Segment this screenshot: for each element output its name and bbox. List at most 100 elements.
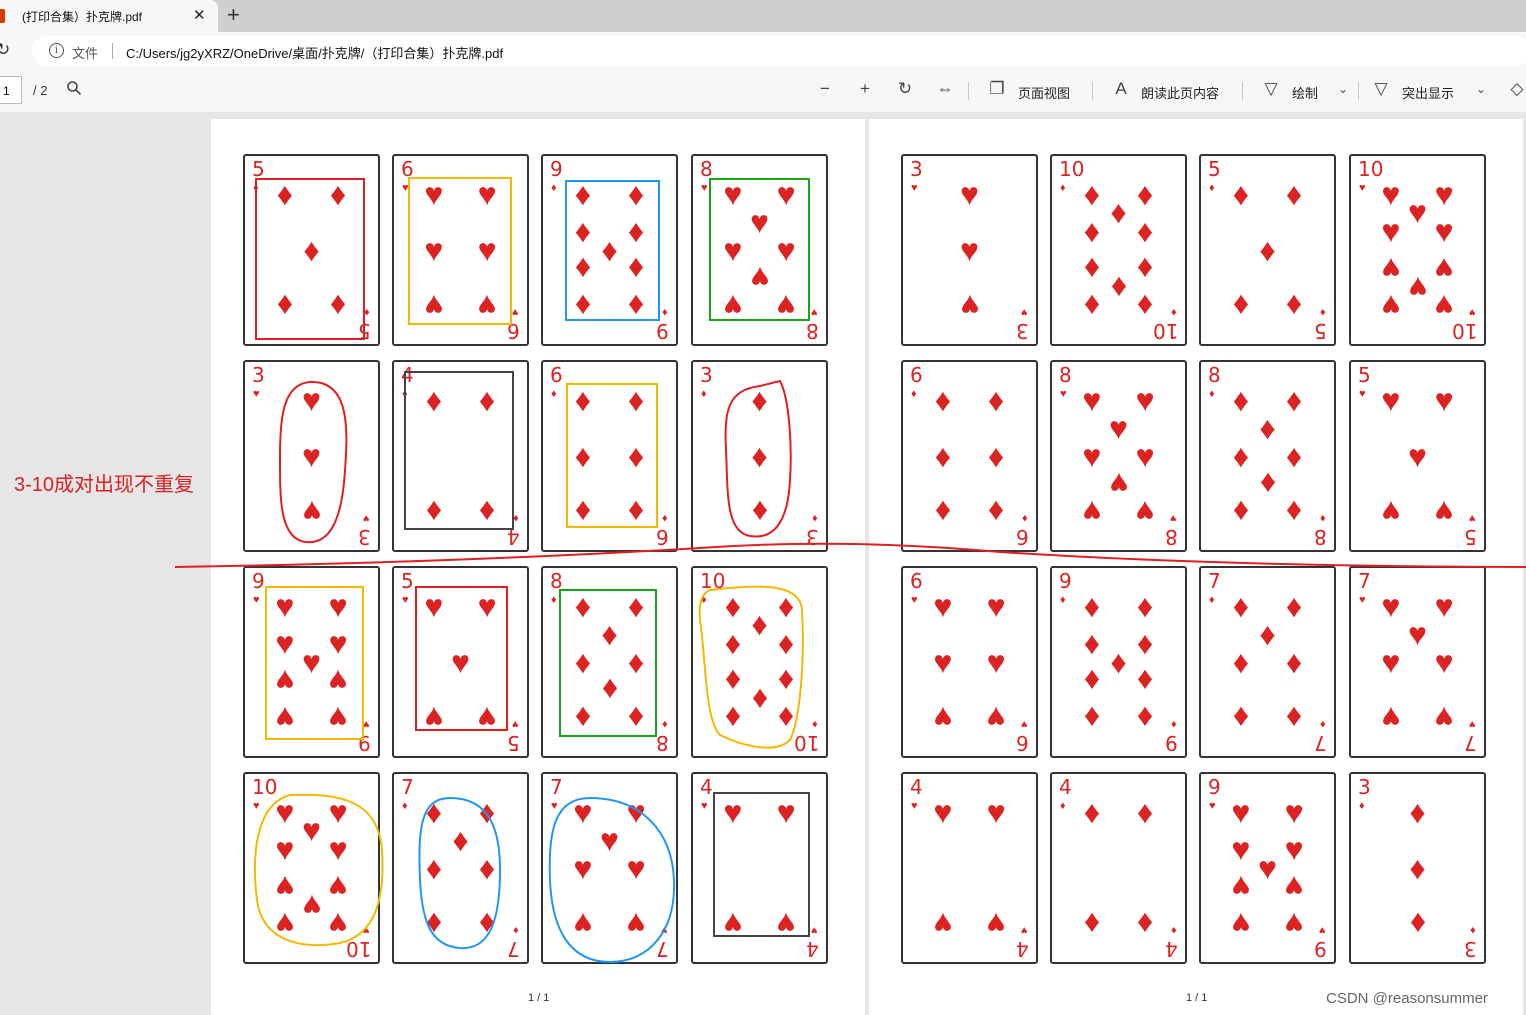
card-rank: 8 bbox=[1165, 525, 1178, 549]
heart-icon: ♥ bbox=[1434, 494, 1454, 531]
diamond-icon: ♦ bbox=[934, 381, 952, 418]
heart-icon: ♥ bbox=[477, 587, 497, 624]
diamond-icon: ♦ bbox=[724, 700, 742, 737]
heart-icon: ♥ bbox=[1231, 868, 1251, 905]
card-suit-icon: ♥ bbox=[512, 718, 519, 730]
card-suit-icon: ♥ bbox=[512, 306, 519, 318]
url-text[interactable]: C:/Users/jg2yXRZ/OneDrive/桌面/扑克牌/（打印合集）扑… bbox=[126, 43, 503, 62]
card-rank: 6 bbox=[1016, 525, 1029, 549]
highlight-button[interactable]: 突出显示 bbox=[1402, 83, 1454, 102]
diamond-icon: ♦ bbox=[1136, 288, 1154, 325]
heart-icon: ♥ bbox=[776, 175, 796, 212]
playing-card: 6 ♦ 6 ♦ ♦ ♦ ♦ ♦ ♦ ♦ bbox=[901, 360, 1038, 552]
refresh-icon[interactable]: ↻ bbox=[0, 40, 10, 60]
heart-icon: ♥ bbox=[573, 850, 593, 886]
diamond-icon: ♦ bbox=[1136, 906, 1154, 943]
page-view-button[interactable]: 页面视图 bbox=[1018, 83, 1070, 102]
chevron-down-icon[interactable]: ⌄ bbox=[1338, 82, 1348, 96]
highlight-icon[interactable]: ▽ bbox=[1372, 80, 1390, 98]
heart-icon: ♥ bbox=[424, 288, 444, 325]
diamond-icon: ♦ bbox=[1259, 232, 1276, 268]
playing-card: 10 ♥ 10 ♥ ♥ ♥ ♥ ♥ ♥ ♥ ♥ ♥ ♥ ♥ bbox=[1349, 154, 1486, 346]
heart-icon: ♥ bbox=[328, 587, 348, 624]
heart-icon: ♥ bbox=[776, 288, 796, 325]
heart-icon: ♥ bbox=[1284, 906, 1304, 943]
card-suit-icon: ♦ bbox=[1060, 594, 1066, 606]
heart-icon: ♥ bbox=[933, 793, 953, 830]
playing-card: 8 ♥ 8 ♥ ♥ ♥ ♥ ♥ ♥ ♥ ♥ ♥ bbox=[691, 154, 828, 346]
page-view-icon[interactable]: ❐ bbox=[988, 80, 1006, 98]
card-rank: 5 bbox=[1464, 525, 1477, 549]
diamond-icon: ♦ bbox=[627, 587, 645, 624]
card-suit-icon: ♥ bbox=[363, 512, 370, 524]
address-bar: ↻ i 文件 C:/Users/jg2yXRZ/OneDrive/桌面/扑克牌/… bbox=[0, 32, 1526, 70]
divider bbox=[1242, 82, 1243, 100]
info-icon[interactable]: i bbox=[49, 43, 64, 58]
card-suit-icon: ♥ bbox=[911, 594, 918, 606]
chevron-down-icon[interactable]: ⌄ bbox=[1476, 82, 1486, 96]
card-rank: 3 bbox=[1016, 319, 1029, 343]
page-number-input[interactable]: 1 bbox=[0, 76, 22, 104]
heart-icon: ♥ bbox=[960, 175, 979, 212]
playing-card: 5 ♦ 5 ♦ ♦ ♦ ♦ ♦ ♦ bbox=[1199, 154, 1336, 346]
read-aloud-icon[interactable]: A bbox=[1112, 80, 1130, 98]
card-rank: 6 bbox=[1016, 731, 1029, 755]
heart-icon: ♥ bbox=[723, 906, 743, 943]
diamond-icon: ♦ bbox=[452, 821, 469, 858]
heart-icon: ♥ bbox=[600, 821, 619, 858]
card-suit-icon: ♥ bbox=[1359, 388, 1366, 400]
diamond-icon: ♦ bbox=[751, 381, 768, 418]
card-rank: 6 bbox=[401, 157, 414, 181]
diamond-icon: ♦ bbox=[627, 250, 645, 287]
card-rank: 10 bbox=[252, 775, 278, 799]
rotate-icon[interactable]: ↻ bbox=[896, 80, 914, 98]
card-rank: 9 bbox=[1208, 775, 1221, 799]
zoom-out-icon[interactable]: − bbox=[816, 80, 834, 98]
fit-width-icon[interactable]: ⇔ bbox=[936, 80, 954, 98]
pdf-viewer[interactable]: 5 ♦ 5 ♦ ♦ ♦ ♦ ♦ ♦ 6 ♥ 6 ♥ ♥ ♥ ♥ ♥ ♥ ♥ 9 ♦ 9 ♦ ♦ ♦ ♦ ♦ ♦ ♦ ♦ ♦ ♦ 8 ♥ 8 ♥ ♥ ♥ ♥ ♥… bbox=[0, 112, 1526, 1015]
url-field[interactable]: i 文件 C:/Users/jg2yXRZ/OneDrive/桌面/扑克牌/（打… bbox=[32, 36, 1526, 66]
card-rank: 7 bbox=[1314, 731, 1327, 755]
card-rank: 8 bbox=[806, 319, 819, 343]
diamond-icon: ♦ bbox=[1232, 644, 1250, 680]
diamond-icon: ♦ bbox=[303, 232, 320, 268]
heart-icon: ♥ bbox=[1408, 615, 1427, 652]
divider bbox=[1358, 82, 1359, 100]
heart-icon: ♥ bbox=[933, 587, 953, 624]
card-suit-icon: ♦ bbox=[1320, 306, 1326, 318]
eraser-icon[interactable]: ◇ bbox=[1508, 80, 1526, 98]
draw-icon[interactable]: ▽ bbox=[1262, 80, 1280, 98]
card-suit-icon: ♥ bbox=[701, 182, 708, 194]
diamond-icon: ♦ bbox=[1259, 615, 1276, 652]
card-rank: 5 bbox=[358, 319, 371, 343]
browser-tab[interactable]: (打印合集）扑克牌.pdf ✕ bbox=[0, 0, 218, 32]
playing-card: 9 ♦ 9 ♦ ♦ ♦ ♦ ♦ ♦ ♦ ♦ ♦ ♦ bbox=[541, 154, 678, 346]
heart-icon: ♥ bbox=[723, 288, 743, 325]
card-rank: 10 bbox=[793, 731, 819, 755]
heart-icon: ♥ bbox=[986, 644, 1006, 680]
heart-icon: ♥ bbox=[1381, 288, 1401, 325]
card-rank: 7 bbox=[507, 937, 520, 961]
diamond-icon: ♦ bbox=[478, 906, 496, 943]
zoom-in-icon[interactable]: + bbox=[856, 80, 874, 98]
playing-card: 10 ♥ 10 ♥ ♥ ♥ ♥ ♥ ♥ ♥ ♥ ♥ ♥ ♥ bbox=[243, 772, 380, 964]
new-tab-button[interactable]: + bbox=[227, 2, 240, 28]
diamond-icon: ♦ bbox=[1136, 587, 1154, 624]
card-rank: 10 bbox=[1059, 157, 1085, 181]
search-icon[interactable] bbox=[67, 81, 81, 95]
card-rank: 7 bbox=[1208, 569, 1221, 593]
heart-icon: ♥ bbox=[626, 906, 646, 943]
card-suit-icon: ♦ bbox=[551, 388, 557, 400]
diamond-icon: ♦ bbox=[627, 438, 645, 474]
close-tab-icon[interactable]: ✕ bbox=[193, 6, 206, 24]
read-aloud-button[interactable]: 朗读此页内容 bbox=[1141, 83, 1219, 102]
card-rank: 4 bbox=[1059, 775, 1072, 799]
card-suit-icon: ♥ bbox=[1209, 800, 1216, 812]
diamond-icon: ♦ bbox=[1285, 700, 1303, 737]
card-suit-icon: ♦ bbox=[1209, 182, 1215, 194]
playing-card: 4 ♦ 4 ♦ ♦ ♦ ♦ ♦ bbox=[392, 360, 529, 552]
diamond-icon: ♦ bbox=[1285, 381, 1303, 418]
draw-button[interactable]: 绘制 bbox=[1292, 83, 1318, 102]
card-suit-icon: ♦ bbox=[701, 388, 707, 400]
card-rank: 4 bbox=[806, 937, 819, 961]
